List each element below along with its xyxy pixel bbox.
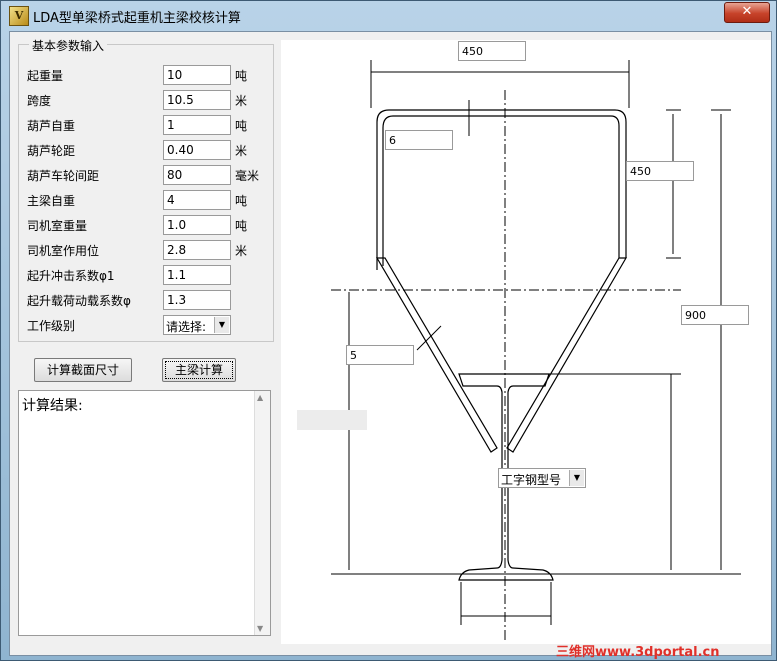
scroll-up-icon[interactable]: ▲ (257, 393, 263, 402)
right-web (506, 257, 628, 453)
param-label: 起升载荷动载系数φ (27, 294, 131, 308)
top-width-input[interactable] (458, 41, 526, 61)
chevron-down-icon[interactable]: ▼ (569, 470, 584, 486)
param-label: 起升冲击系数φ1 (27, 269, 115, 283)
ibeam-type-select[interactable]: 工字钢型号 ▼ (498, 468, 586, 488)
window-title: LDA型单梁桥式起重机主梁校核计算 (33, 11, 241, 26)
cross-section-svg (331, 60, 741, 640)
capacity-input[interactable] (163, 65, 231, 85)
close-button[interactable]: ✕ (724, 2, 770, 23)
wheel-gap-input[interactable] (163, 165, 231, 185)
web-thickness-input[interactable] (346, 345, 414, 365)
ibeam-type-value: 工字钢型号 (501, 473, 562, 487)
app-icon: V (9, 6, 29, 26)
hoist-weight-input[interactable] (163, 115, 231, 135)
calc-beam-button[interactable]: 主梁计算 (162, 358, 236, 382)
cab-position-input[interactable] (163, 240, 231, 260)
param-label: 司机室作用位 (27, 244, 100, 258)
top-thickness-input[interactable] (385, 130, 453, 150)
work-class-label: 工作级别 (27, 319, 76, 333)
params-group: 基本参数输入 起重量 吨 跨度 米 葫芦自重 吨 葫芦轮距 米 (18, 37, 274, 342)
param-unit: 吨 (235, 119, 248, 133)
client-area: 基本参数输入 起重量 吨 跨度 米 葫芦自重 吨 葫芦轮距 米 (9, 31, 772, 656)
param-label: 司机室重量 (27, 219, 88, 233)
param-label: 起重量 (27, 69, 64, 83)
calc-section-button[interactable]: 计算截面尺寸 (34, 358, 132, 382)
param-label: 葫芦车轮间距 (27, 169, 100, 183)
param-unit: 吨 (235, 69, 248, 83)
param-row: 起重量 吨 (27, 65, 267, 87)
section-drawing (281, 40, 771, 644)
param-row: 司机室作用位 米 (27, 240, 267, 262)
dynamic-factor-input[interactable] (163, 290, 231, 310)
result-label: 计算结果: (22, 398, 83, 414)
param-row: 起升冲击系数φ1 (27, 265, 267, 287)
param-row: 起升载荷动载系数φ (27, 290, 267, 312)
param-unit: 米 (235, 94, 248, 108)
chevron-down-icon[interactable]: ▼ (214, 317, 229, 333)
param-row: 工作级别 请选择: ▼ (27, 315, 267, 337)
param-label: 葫芦轮距 (27, 144, 76, 158)
param-label: 跨度 (27, 94, 52, 108)
param-row: 跨度 米 (27, 90, 267, 112)
param-label: 葫芦自重 (27, 119, 76, 133)
result-textarea[interactable]: 计算结果: ▲ ▼ (18, 390, 271, 636)
cab-weight-input[interactable] (163, 215, 231, 235)
params-legend: 基本参数输入 (29, 37, 108, 54)
param-row: 葫芦轮距 米 (27, 140, 267, 162)
impact-factor-input[interactable] (163, 265, 231, 285)
total-height-input[interactable] (681, 305, 749, 325)
param-row: 葫芦自重 吨 (27, 115, 267, 137)
result-scrollbar[interactable]: ▲ ▼ (254, 391, 270, 635)
beam-weight-input[interactable] (163, 190, 231, 210)
param-unit: 米 (235, 144, 248, 158)
span-input[interactable] (163, 90, 231, 110)
work-class-value: 请选择: (166, 320, 207, 334)
param-row: 司机室重量 吨 (27, 215, 267, 237)
blank-label (297, 410, 367, 430)
param-unit: 吨 (235, 194, 248, 208)
title-bar[interactable]: V LDA型单梁桥式起重机主梁校核计算 ✕ (1, 1, 776, 29)
param-row: 葫芦车轮间距 毫米 (27, 165, 267, 187)
param-unit: 米 (235, 244, 248, 258)
param-label: 主梁自重 (27, 194, 76, 208)
param-unit: 吨 (235, 219, 248, 233)
param-unit: 毫米 (235, 169, 260, 183)
hoist-wheelbase-input[interactable] (163, 140, 231, 160)
app-window: V LDA型单梁桥式起重机主梁校核计算 ✕ 基本参数输入 起重量 吨 跨度 米 … (0, 0, 777, 661)
box-height-input[interactable] (626, 161, 694, 181)
work-class-select[interactable]: 请选择: ▼ (163, 315, 231, 335)
scroll-down-icon[interactable]: ▼ (257, 624, 263, 633)
watermark: 三维网www.3dportal.cn (556, 645, 720, 660)
param-row: 主梁自重 吨 (27, 190, 267, 212)
